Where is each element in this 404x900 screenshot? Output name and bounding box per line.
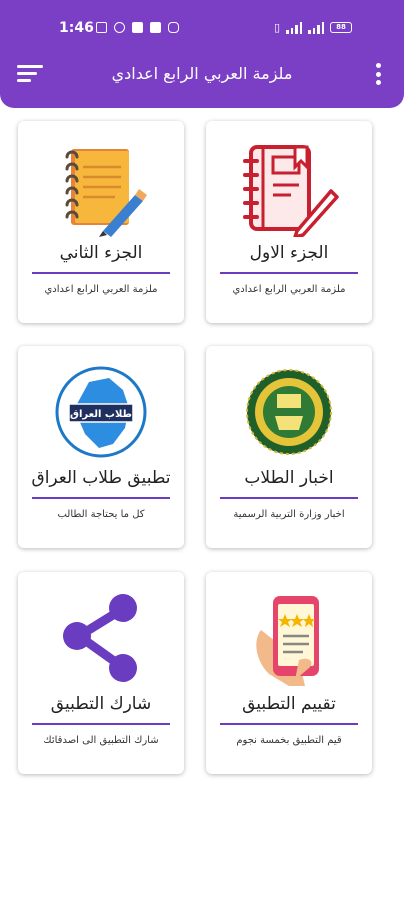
card-part-one[interactable]: الجزء الاول ملزمة العربي الرابع اعدادي — [206, 121, 372, 323]
card-subtitle: كل ما يحتاجة الطالب — [57, 509, 145, 520]
card-title: تقييم التطبيق — [242, 694, 336, 714]
card-title: شارك التطبيق — [50, 694, 152, 714]
notebook-pencil-icon — [243, 145, 339, 237]
notepad-pencil-icon — [65, 149, 147, 237]
card-student-news[interactable]: اخبار الطلاب اخبار وزارة التربية الرسمية — [206, 346, 372, 548]
status-time: 1:46 — [59, 20, 94, 36]
notification-icons — [96, 22, 179, 33]
card-divider — [32, 497, 170, 499]
card-iraq-students-app[interactable]: طلاب العراق تطبيق طلاب العراق كل ما يحتا… — [18, 346, 184, 548]
status-bar: 1:46 ▯ 88 — [0, 0, 404, 40]
more-options-button[interactable] — [374, 63, 382, 85]
card-subtitle: شارك التطبيق الى اصدقائك — [43, 735, 159, 746]
signal-icon — [286, 21, 302, 34]
gallery-notification-icon — [96, 22, 107, 33]
card-subtitle: قيم التطبيق بخمسة نجوم — [236, 735, 342, 746]
card-divider — [32, 272, 170, 274]
signal-2-icon — [308, 21, 324, 34]
card-title: الجزء الثاني — [59, 243, 143, 263]
card-share-app[interactable]: شارك التطبيق شارك التطبيق الى اصدقائك — [18, 572, 184, 774]
phone-rating-icon — [256, 596, 319, 686]
card-divider — [220, 272, 358, 274]
facebook-notification-icon — [114, 22, 125, 33]
app-title: ملزمة العربي الرابع اعدادي — [111, 64, 293, 83]
card-subtitle: ملزمة العربي الرابع اعدادي — [232, 284, 346, 295]
card-divider — [220, 723, 358, 725]
system-icons: ▯ 88 — [274, 21, 352, 34]
card-divider — [220, 497, 358, 499]
card-title: اخبار الطلاب — [244, 468, 334, 488]
app-bar: 1:46 ▯ 88 ملزمة العربي الرابع اعدادي — [0, 0, 404, 108]
ministry-seal-icon — [246, 369, 332, 455]
card-divider — [32, 723, 170, 725]
more-vert-icon — [375, 63, 381, 68]
share-icon — [63, 594, 137, 682]
card-subtitle: اخبار وزارة التربية الرسمية — [233, 509, 345, 520]
card-title: تطبيق طلاب العراق — [31, 468, 171, 488]
card-title: الجزء الاول — [249, 243, 329, 263]
card-rate-app[interactable]: تقييم التطبيق قيم التطبيق بخمسة نجوم — [206, 572, 372, 774]
app-notification-icon — [150, 22, 161, 33]
battery-icon: 88 — [330, 22, 352, 33]
mail-notification-icon — [132, 22, 143, 33]
vibrate-icon: ▯ — [273, 21, 280, 34]
card-part-two[interactable]: الجزء الثاني ملزمة العربي الرابع اعدادي — [18, 121, 184, 323]
instagram-notification-icon — [168, 22, 179, 33]
logo-text: طلاب العراق — [70, 409, 132, 420]
card-subtitle: ملزمة العربي الرابع اعدادي — [44, 284, 158, 295]
